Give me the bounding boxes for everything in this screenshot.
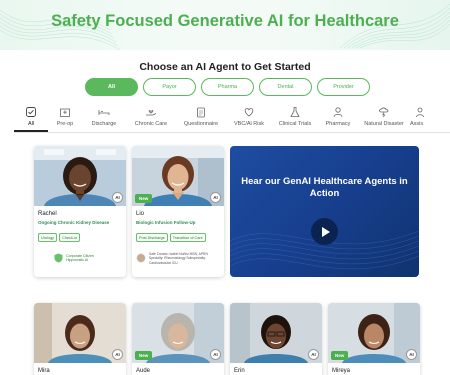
assistant-icon: [416, 107, 424, 118]
agent-name: Aude: [136, 368, 151, 374]
category-tabs: All Pre-op Discharge Chronic Care Questi…: [14, 104, 450, 132]
new-badge: New: [135, 351, 153, 360]
wave-pattern-decoration: [230, 230, 419, 270]
play-button[interactable]: [311, 218, 338, 245]
tag: Post Discharge: [136, 233, 168, 242]
shield-logo-icon: [54, 253, 63, 263]
agent-photo: AI: [34, 303, 126, 363]
bed-icon: [98, 110, 110, 115]
tab-divider: [14, 132, 450, 133]
creator-avatar: [136, 253, 146, 264]
agent-card-erin[interactable]: AI Erin: [230, 303, 322, 375]
ai-badge: AI: [406, 349, 417, 360]
agent-tags: Urology Check-in: [38, 233, 81, 242]
creator-text: Safe Creator: Isabel Nuñez MSN, APRN Spe…: [149, 252, 208, 265]
sponsor-block: Corporate Citizen Hippocratic AI: [54, 253, 102, 263]
sponsor-text: Corporate Citizen Hippocratic AI: [66, 253, 94, 262]
tab-label: Chronic Care: [134, 121, 168, 127]
agent-card-lio[interactable]: New AI Lio Biologic Infusion Follow-Up P…: [132, 146, 224, 277]
agent-photo: AI: [230, 303, 322, 363]
tab-label: Questionnaire: [183, 121, 219, 127]
agent-name: Mira: [38, 368, 50, 374]
checklist-icon: [26, 107, 36, 117]
tag: Urology: [38, 233, 58, 242]
tag: Check-in: [59, 233, 81, 242]
video-card[interactable]: Hear our GenAI Healthcare Agents in Acti…: [230, 146, 419, 277]
agent-card-mireya[interactable]: New AI Mireya: [328, 303, 420, 375]
agent-name: Lio: [136, 211, 145, 217]
tab-all[interactable]: All: [14, 104, 48, 132]
filter-dental-button[interactable]: Dental: [259, 78, 312, 96]
agent-tags: Post Discharge Transition of Care: [136, 233, 206, 242]
agent-photo: AI: [34, 146, 126, 206]
tab-questionnaire[interactable]: Questionnaire: [176, 104, 226, 132]
agent-card-rachel[interactable]: AI Rachel Ongoing Chronic Kidney Disease…: [34, 146, 126, 277]
tab-label: Natural Disaster: [364, 121, 404, 127]
tab-label: All: [27, 121, 35, 127]
filter-pills: All Payor Pharma Dental Provider: [85, 78, 370, 96]
tab-discharge[interactable]: Discharge: [82, 104, 126, 132]
clipboard-icon: [197, 107, 205, 118]
filter-provider-button[interactable]: Provider: [317, 78, 370, 96]
filter-payor-button[interactable]: Payor: [143, 78, 196, 96]
tab-pre-op[interactable]: Pre-op: [48, 104, 82, 132]
tab-natural-disaster[interactable]: Natural Disaster: [358, 104, 410, 132]
page-title: Safety Focused Generative AI for Healthc…: [51, 12, 399, 30]
agent-specialty: Ongoing Chronic Kidney Disease: [38, 220, 110, 225]
ai-badge: AI: [112, 192, 123, 203]
tab-label: Pharmacy: [325, 121, 351, 127]
ai-badge: AI: [308, 349, 319, 360]
heart-pulse-icon: [244, 108, 254, 117]
agent-name: Erin: [234, 368, 245, 374]
tab-assistant[interactable]: Assis: [410, 104, 430, 132]
hospital-icon: [60, 108, 70, 117]
tab-label: Assis: [410, 121, 424, 127]
page: Safety Focused Generative AI for Healthc…: [0, 0, 450, 375]
tab-label: Clinical Trials: [278, 121, 312, 127]
agent-photo: New AI: [132, 146, 224, 206]
tab-label: Discharge: [91, 121, 117, 127]
pharmacist-icon: [333, 107, 343, 118]
agent-card-mira[interactable]: AI Mira: [34, 303, 126, 375]
tab-chronic-care[interactable]: Chronic Care: [126, 104, 176, 132]
agent-name: Rachel: [38, 211, 57, 217]
agent-photo: New AI: [328, 303, 420, 363]
ai-badge: AI: [210, 349, 221, 360]
new-badge: New: [331, 351, 349, 360]
play-icon: [321, 226, 330, 237]
agent-card-aude[interactable]: New AI Aude: [132, 303, 224, 375]
hand-heart-icon: [146, 110, 157, 116]
creator-block: Safe Creator: Isabel Nuñez MSN, APRN Spe…: [136, 252, 221, 265]
tab-label: VBC/Al Risk: [234, 121, 264, 127]
tab-vbc-ai-risk[interactable]: VBC/Al Risk: [226, 104, 272, 132]
tag: Transition of Care: [169, 233, 206, 242]
ai-badge: AI: [112, 349, 123, 360]
new-badge: New: [135, 194, 153, 203]
filter-pharma-button[interactable]: Pharma: [201, 78, 254, 96]
section-title: Choose an AI Agent to Get Started: [139, 61, 311, 73]
video-title: Hear our GenAI Healthcare Agents in Acti…: [241, 176, 408, 200]
flask-icon: [290, 107, 300, 117]
tab-clinical-trials[interactable]: Clinical Trials: [272, 104, 318, 132]
agent-specialty: Biologic Infusion Follow-Up: [136, 220, 196, 225]
storm-icon: [379, 107, 389, 118]
tab-label: Pre-op: [56, 121, 74, 127]
filter-all-button[interactable]: All: [85, 78, 138, 96]
agent-name: Mireya: [332, 368, 351, 374]
agent-photo: New AI: [132, 303, 224, 363]
ai-badge: AI: [210, 192, 221, 203]
tab-pharmacy[interactable]: Pharmacy: [318, 104, 358, 132]
hero-banner: Safety Focused Generative AI for Healthc…: [0, 0, 450, 50]
